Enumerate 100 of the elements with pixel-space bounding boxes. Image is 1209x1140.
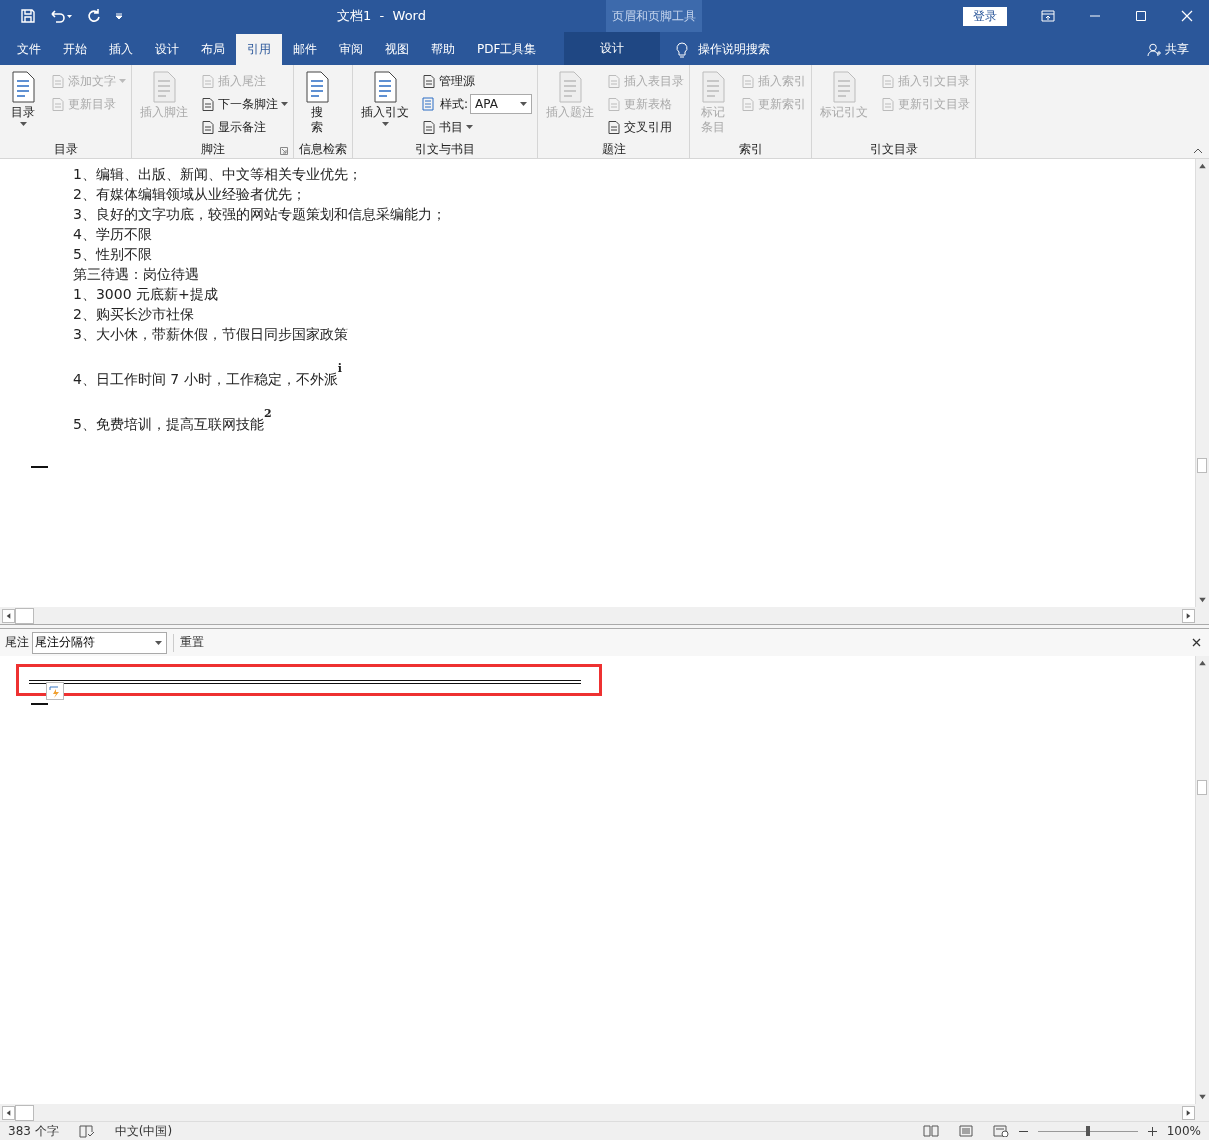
ribbon-small-button[interactable]: 下一条脚注 <box>201 94 288 114</box>
reset-button[interactable]: 重置 <box>180 634 204 651</box>
caret-icon <box>381 122 389 126</box>
ribbon-large-button[interactable]: 插入引文 <box>358 69 412 140</box>
caret-icon <box>19 122 27 126</box>
ribbon-tab[interactable]: 引用 <box>236 34 282 65</box>
contextual-tab-group: 页眉和页脚工具 <box>606 0 702 32</box>
document-line: 3、大小休，带薪休假，节假日同步国家政策 <box>73 325 349 344</box>
person-icon <box>1147 42 1161 57</box>
ribbon-large-button[interactable]: 目录 <box>5 69 41 140</box>
page-icon <box>51 96 65 112</box>
ribbon-tab[interactable]: 视图 <box>374 34 420 65</box>
proofing-icon[interactable] <box>78 1124 95 1138</box>
ribbon-large-button[interactable]: 搜索 <box>299 69 335 140</box>
dialog-launcher-icon[interactable] <box>280 147 288 155</box>
window-title: 文档1 - Word <box>337 7 426 25</box>
page-icon <box>422 119 436 135</box>
page-icon <box>51 73 65 89</box>
style-label: 样式: <box>440 95 469 113</box>
print-layout-icon[interactable] <box>958 1125 973 1137</box>
page-icon <box>201 73 215 89</box>
caret-icon <box>155 640 162 645</box>
group-label: 引文与书目 <box>415 140 475 158</box>
document-line: 2、购买长沙市社保 <box>73 305 195 324</box>
scrollbar-thumb[interactable] <box>15 607 34 624</box>
customize-caret-icon[interactable] <box>114 11 124 21</box>
endnote-dropdown[interactable]: 尾注分隔符 <box>32 631 167 654</box>
language-indicator[interactable]: 中文(中国) <box>114 1122 173 1140</box>
group-label: 引文目录 <box>869 140 918 158</box>
group-label: 索引 <box>738 140 763 158</box>
ribbon-tab[interactable]: 布局 <box>190 34 236 65</box>
zoom-level[interactable]: 100% <box>1166 1124 1201 1138</box>
document-line: 3、良好的文字功底，较强的网站专题策划和信息采编能力； <box>73 205 447 224</box>
word-count[interactable]: 383 个字 <box>8 1122 59 1140</box>
caret-icon <box>281 102 288 106</box>
page-icon <box>201 96 215 112</box>
collapse-ribbon-icon[interactable] <box>1193 148 1203 154</box>
maximize-icon[interactable] <box>1135 10 1147 22</box>
ribbon-small-button[interactable]: 管理源 <box>422 71 533 91</box>
redo-icon[interactable] <box>86 8 102 24</box>
zoom-slider-thumb[interactable] <box>1085 1126 1090 1136</box>
close-icon[interactable] <box>1192 638 1201 647</box>
group-label: 目录 <box>53 140 78 158</box>
group-label: 题注 <box>601 140 626 158</box>
ribbon-small-button[interactable]: 显示备注 <box>201 117 288 137</box>
page-icon <box>422 73 436 89</box>
undo-icon[interactable] <box>48 8 74 24</box>
ribbon-tab[interactable]: 文件 <box>6 34 52 65</box>
page-icon <box>741 73 756 89</box>
scroll-left-icon[interactable] <box>2 1105 15 1120</box>
caret-icon <box>520 102 528 106</box>
save-icon[interactable] <box>20 8 36 24</box>
document-line: 5、性别不限 <box>73 245 153 264</box>
ribbon-display-icon[interactable] <box>1041 10 1055 22</box>
scrollbar-thumb[interactable] <box>15 1104 34 1121</box>
group-label: 脚注 <box>200 140 225 158</box>
ribbon-tab[interactable]: 帮助 <box>420 34 466 65</box>
share-button[interactable]: 共享 <box>1165 41 1189 58</box>
document-line: 1、3000 元底薪+提成 <box>73 285 219 304</box>
document-line: 1、编辑、出版、新闻、中文等相关专业优先； <box>73 165 363 184</box>
style-dropdown[interactable]: APA <box>470 94 533 114</box>
page-icon <box>881 73 896 89</box>
caret-icon <box>466 125 473 129</box>
page-icon <box>607 96 622 112</box>
scroll-right-icon[interactable] <box>1182 608 1195 623</box>
document-line: 2、有媒体编辑领域从业经验者优先； <box>73 185 307 204</box>
page-icon <box>741 96 756 112</box>
scroll-left-icon[interactable] <box>2 608 15 623</box>
page-icon <box>607 119 622 135</box>
web-layout-icon[interactable] <box>992 1125 1009 1137</box>
ribbon-small-button[interactable]: 书目 <box>422 117 533 137</box>
ribbon-tab[interactable]: 设计 <box>144 34 190 65</box>
document-line: 4、学历不限 <box>73 225 153 244</box>
ribbon-tab[interactable]: PDF工具集 <box>466 34 548 65</box>
pane-label: 尾注 <box>5 634 29 651</box>
ribbon-tab[interactable]: 审阅 <box>328 34 374 65</box>
page-icon <box>201 119 215 135</box>
lightbulb-icon <box>676 41 689 58</box>
ribbon-tab[interactable]: 邮件 <box>282 34 328 65</box>
caret-icon <box>119 79 126 83</box>
document-line: 第三待遇：岗位待遇 <box>73 265 200 284</box>
end-of-document-mark <box>31 466 48 468</box>
login-button[interactable]: 登录 <box>963 6 1007 26</box>
ribbon-small-button[interactable]: 交叉引用 <box>607 117 685 137</box>
scrollbar-thumb[interactable] <box>1197 780 1207 795</box>
ribbon-tab[interactable]: 插入 <box>98 34 144 65</box>
page-icon <box>607 73 622 89</box>
zoom-slider[interactable] <box>1037 1125 1138 1137</box>
group-label: 信息检索 <box>299 140 347 158</box>
document-line: 5、免费培训，提高互联网技能$^{2}$ <box>73 406 273 434</box>
document-line: 4、日工作时间 7 小时，工作稳定，不外派$^{i}$ <box>73 361 343 389</box>
ribbon-tab[interactable]: 设计 <box>564 32 661 65</box>
ribbon-tab[interactable]: 开始 <box>52 34 98 65</box>
end-of-document-mark <box>31 703 48 705</box>
tell-me-search[interactable]: 操作说明搜索 <box>698 41 771 58</box>
page-icon <box>881 96 896 112</box>
scroll-right-icon[interactable] <box>1182 1105 1195 1120</box>
zoom-in-icon[interactable] <box>1147 1126 1157 1136</box>
scrollbar-thumb[interactable] <box>1197 458 1207 473</box>
read-mode-icon[interactable] <box>922 1125 939 1137</box>
